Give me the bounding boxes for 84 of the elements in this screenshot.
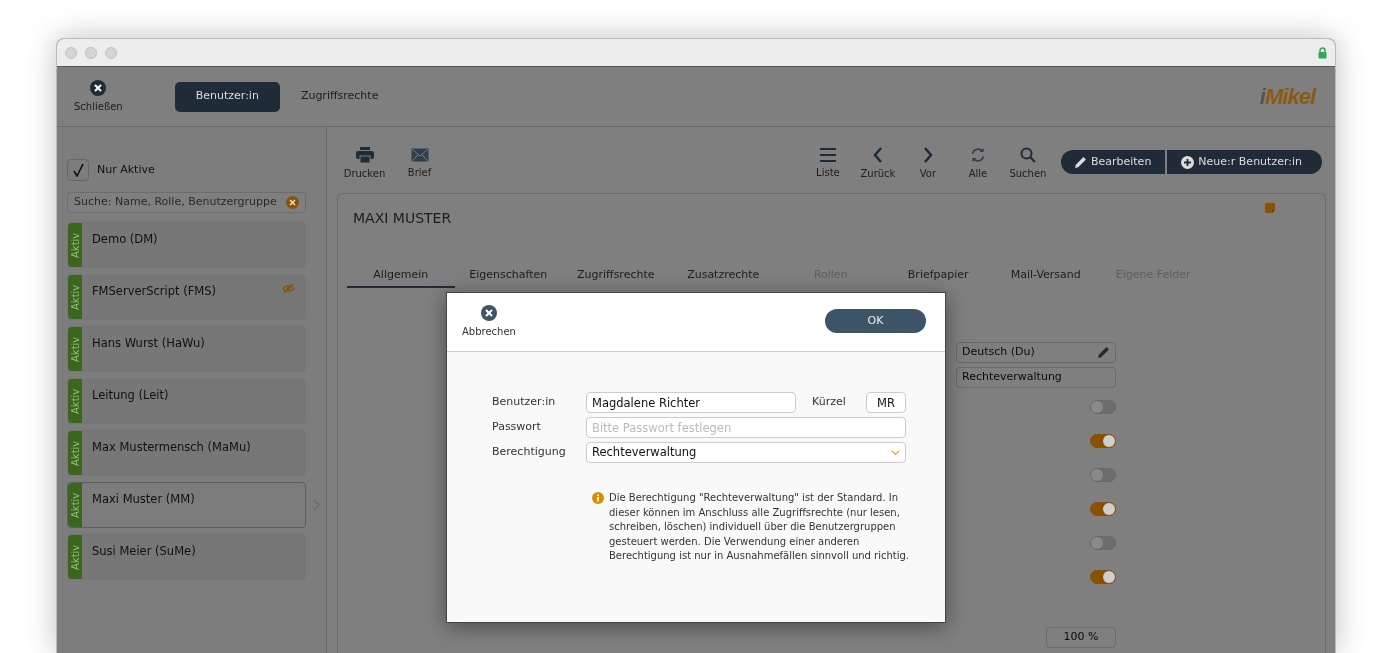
menu-icon	[819, 148, 836, 162]
search-button[interactable]: Suchen	[1002, 147, 1053, 181]
status-tag: Aktiv	[68, 535, 82, 579]
status-tag: Aktiv	[68, 327, 82, 371]
checkbox-label: Nur Aktive	[97, 161, 155, 178]
value-field[interactable]: Deutsch (Du)	[956, 341, 1116, 363]
toggle-switch[interactable]	[1090, 399, 1116, 414]
user-list-item[interactable]: Aktiv FMServerScript (FMS)	[67, 274, 306, 320]
user-name: FMServerScript (FMS)	[91, 283, 218, 300]
user-name: Leitung (Leit)	[91, 387, 170, 404]
info-icon	[592, 492, 604, 504]
user-list-item[interactable]: Aktiv Hans Wurst (HaWu)	[67, 326, 306, 372]
toggle-switch[interactable]	[1090, 569, 1116, 584]
chevron-right-icon	[922, 147, 933, 163]
pencil-icon	[1074, 156, 1087, 168]
field-label: Kürzel	[811, 394, 847, 411]
close-button[interactable]: Schließen	[74, 79, 123, 114]
printer-icon	[355, 147, 374, 163]
ok-button[interactable]: OK	[825, 309, 926, 333]
field-label: Passwort	[492, 419, 542, 436]
chevron-down-icon	[891, 449, 900, 456]
record-tab[interactable]: Allgemein	[347, 267, 455, 288]
lock-icon	[1318, 46, 1327, 59]
clear-icon[interactable]	[286, 196, 299, 209]
cancel-icon	[480, 305, 497, 321]
check-icon	[72, 163, 84, 177]
user-name: Maxi Muster (MM)	[91, 491, 196, 508]
user-list-item[interactable]: Aktiv Demo (DM)	[67, 222, 306, 268]
checkbox[interactable]	[67, 159, 89, 181]
zoom-field[interactable]: 100 %	[1046, 626, 1116, 648]
user-list-item[interactable]: Aktiv Susi Meier (SuMe)	[67, 534, 306, 580]
edit-button[interactable]: Bearbeiten	[1060, 150, 1166, 174]
refresh-icon	[969, 147, 986, 163]
abbreviation-field[interactable]: MR	[866, 392, 906, 413]
zoom-window-control[interactable]	[105, 46, 117, 59]
refresh-button[interactable]: Alle	[952, 147, 1003, 181]
user-name: Hans Wurst (HaWu)	[91, 335, 206, 352]
forward-button[interactable]: Vor	[902, 147, 953, 181]
chevron-left-icon	[872, 147, 883, 163]
record-tab[interactable]: Eigenschaften	[454, 267, 562, 288]
user-list-item[interactable]: Aktiv Max Mustermensch (MaMu)	[67, 430, 306, 476]
record-tab[interactable]: Mail-Versand	[992, 267, 1100, 288]
back-button[interactable]: Zurück	[852, 147, 903, 181]
status-tag: Aktiv	[68, 223, 82, 267]
list-button[interactable]: Liste	[802, 148, 853, 180]
status-tag: Aktiv	[68, 431, 82, 475]
user-name: Demo (DM)	[91, 231, 159, 248]
user-list-item[interactable]: Aktiv Leitung (Leit)	[67, 378, 306, 424]
logo: iMikel	[1259, 83, 1315, 111]
close-window-control[interactable]	[65, 46, 77, 59]
record-tab[interactable]: Briefpapier	[884, 267, 992, 288]
envelope-icon	[410, 148, 429, 162]
status-tag: Aktiv	[68, 379, 82, 423]
status-tag: Aktiv	[68, 275, 82, 319]
name-field[interactable]: Magdalene Richter	[586, 392, 796, 413]
status-tag: Aktiv	[68, 483, 82, 527]
cancel-button[interactable]: Abbrechen	[462, 305, 516, 339]
field-label: Berechtigung	[492, 444, 567, 461]
plus-icon	[1181, 155, 1195, 169]
toggle-switch[interactable]	[1090, 501, 1116, 516]
field-label: Benutzer:in	[492, 394, 557, 411]
info-text: Die Berechtigung "Rechteverwaltung" ist der Standard. In dieser können im Anschluss alle Zugriffsrechte (nur lesen, schreiben, löschen) individuell über die Benutzergruppen gesteuert werden. Die Verwendung einer anderen Berechtigung ist nur in Ausnahmefällen sinnvoll und richtig.	[609, 491, 911, 563]
record-tab[interactable]: Zugriffsrechte	[562, 267, 670, 288]
view-tab[interactable]: Zugriffsrechte	[279, 81, 400, 112]
view-tab[interactable]: Benutzer:in	[174, 81, 280, 112]
pencil-icon[interactable]	[1098, 346, 1110, 358]
toggle-switch[interactable]	[1090, 535, 1116, 550]
mail-button[interactable]: Brief	[392, 148, 447, 180]
print-button[interactable]: Drucken	[337, 147, 392, 181]
user-name: Susi Meier (SuMe)	[91, 543, 197, 560]
user-name: Max Mustermensch (MaMu)	[91, 439, 252, 456]
search-icon	[1019, 147, 1036, 163]
value-field[interactable]: Rechteverwaltung	[956, 366, 1116, 388]
permission-dropdown[interactable]: Rechteverwaltung	[586, 442, 906, 463]
toggle-switch[interactable]	[1090, 467, 1116, 482]
password-field[interactable]: Bitte Passwort festlegen	[586, 417, 906, 438]
minimize-window-control[interactable]	[85, 46, 97, 59]
record-tab[interactable]: Zusatzrechte	[669, 267, 777, 288]
close-icon	[90, 79, 107, 96]
note-icon[interactable]	[1265, 203, 1275, 213]
new-user-button[interactable]: Neue:r Benutzer:in	[1167, 150, 1322, 174]
record-title: MAXI MUSTER	[352, 209, 452, 228]
toggle-switch[interactable]	[1090, 433, 1116, 448]
search-field[interactable]: Suche: Name, Rolle, Benutzergruppe	[67, 192, 306, 213]
